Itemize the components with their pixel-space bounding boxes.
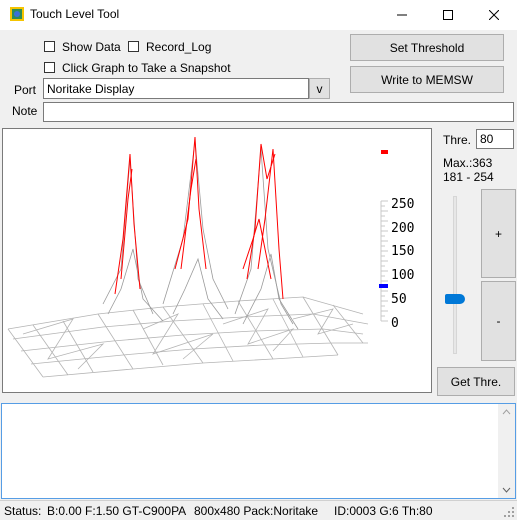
note-input[interactable] [43, 102, 514, 122]
scale-label-100: 100 [391, 268, 415, 284]
peak-lines [114, 136, 284, 300]
chevron-down-icon: v [316, 81, 323, 96]
show-data-label: Show Data [62, 40, 121, 54]
threshold-marker [379, 284, 388, 288]
status-label: Status: [4, 504, 42, 518]
threshold-value: 80 [480, 132, 494, 146]
scale-labels: 250 200 150 100 50 0 [391, 193, 414, 335]
close-button[interactable] [471, 0, 517, 30]
port-select[interactable]: Noritake Display [43, 78, 309, 99]
touch-level-graph[interactable]: 250 200 150 100 50 0 [2, 128, 432, 393]
maximize-button[interactable] [425, 0, 471, 30]
scrollbar-arrows [502, 409, 511, 493]
scroll-up-icon [502, 409, 511, 415]
threshold-input[interactable]: 80 [476, 129, 514, 149]
get-threshold-button[interactable]: Get Thre. [437, 367, 515, 396]
scale-label-200: 200 [391, 220, 415, 236]
port-value: Noritake Display [47, 82, 135, 96]
graph-canvas[interactable] [3, 129, 432, 393]
scale-label-250: 250 [391, 197, 415, 212]
window-title: Touch Level Tool [30, 7, 120, 21]
write-memsw-button[interactable]: Write to MEMSW [350, 66, 504, 93]
scale-axis [379, 200, 388, 322]
port-label: Port [14, 83, 37, 97]
scroll-down-icon [502, 487, 511, 493]
close-icon [489, 10, 499, 20]
status-bar: Status: B:0.00 F:1.50 GT-C900PA 800x480 … [0, 500, 517, 520]
show-data-checkbox[interactable] [44, 41, 55, 52]
snapshot-checkbox[interactable] [44, 62, 55, 73]
port-dropdown-button[interactable]: v [309, 78, 330, 99]
note-label: Note [12, 104, 38, 118]
decrement-button[interactable]: - [481, 281, 516, 361]
maximize-icon [443, 10, 453, 20]
scale-label-50: 50 [391, 291, 407, 307]
slider-thumb[interactable] [445, 293, 465, 304]
set-threshold-button[interactable]: Set Threshold [350, 34, 504, 61]
record-log-checkbox[interactable] [128, 41, 139, 52]
status-info: B:0.00 F:1.50 GT-C900PA [47, 504, 187, 518]
log-textarea[interactable] [1, 403, 516, 499]
mesh-grid [7, 296, 369, 378]
record-log-label: Record_Log [146, 40, 212, 54]
threshold-label: Thre. [443, 133, 472, 147]
scale-label-150: 150 [391, 244, 415, 260]
threshold-slider[interactable] [443, 192, 467, 358]
peak-legend-marker [381, 150, 388, 154]
log-scrollbar[interactable] [498, 404, 515, 498]
status-ids: ID:0003 G:6 Th:80 [334, 504, 433, 518]
max-text: Max.:363 [443, 156, 493, 170]
status-display: 800x480 Pack:Noritake [194, 504, 319, 518]
increment-button[interactable]: + [481, 189, 516, 278]
scale-label-0: 0 [391, 315, 399, 331]
resize-grip-icon[interactable] [503, 506, 515, 518]
minimize-icon [397, 14, 407, 16]
slider-track [453, 196, 457, 354]
range-text: 181 - 254 [443, 170, 494, 184]
minimize-button[interactable] [379, 0, 425, 30]
title-bar: Touch Level Tool [0, 0, 517, 30]
snapshot-label: Click Graph to Take a Snapshot [62, 61, 231, 75]
app-icon [9, 6, 25, 22]
